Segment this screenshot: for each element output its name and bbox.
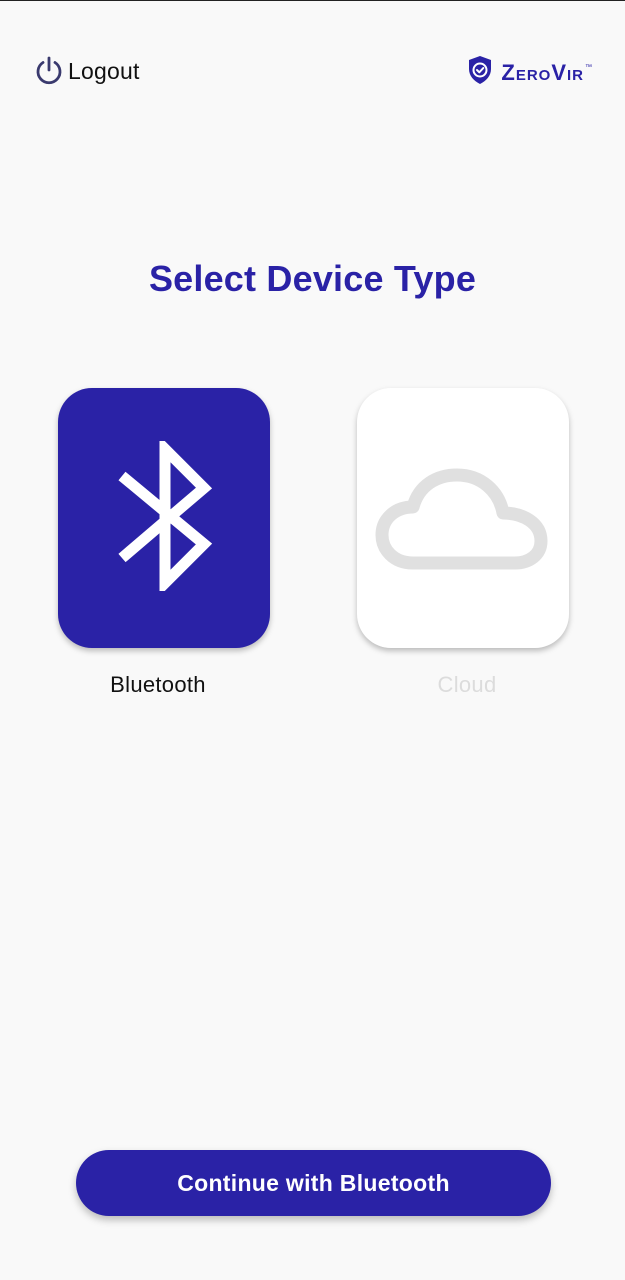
cloud-icon: [373, 451, 553, 586]
page-title: Select Device Type: [148, 258, 477, 299]
logout-button[interactable]: Logout: [34, 55, 140, 87]
app-header: Logout ZeroVir ™: [0, 1, 625, 141]
bluetooth-option-label: Bluetooth: [110, 672, 206, 697]
shield-check-icon: [467, 55, 493, 90]
cloud-option-label: Cloud: [437, 672, 497, 697]
bluetooth-icon: [114, 435, 214, 596]
brand-name: ZeroVir: [501, 59, 584, 85]
brand-trademark: ™: [585, 64, 592, 71]
brand-logo: ZeroVir ™: [467, 55, 592, 90]
bluetooth-option[interactable]: [58, 388, 270, 648]
logout-label: Logout: [68, 57, 140, 84]
continue-button[interactable]: Continue with Bluetooth: [76, 1150, 551, 1216]
power-icon: [34, 55, 64, 87]
cloud-option[interactable]: [357, 388, 569, 648]
